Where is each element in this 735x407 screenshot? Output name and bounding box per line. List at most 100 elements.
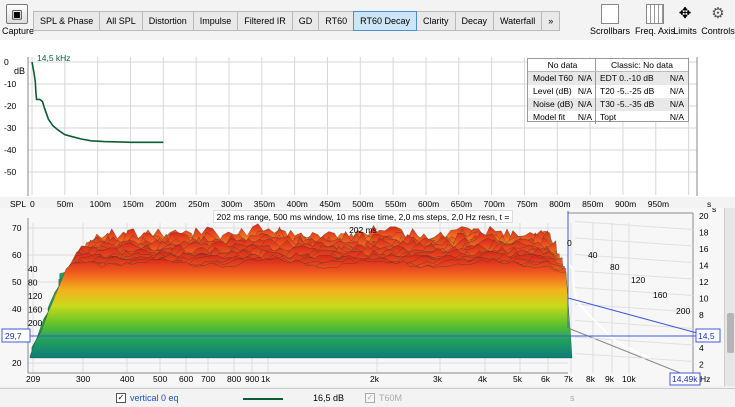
limits-label: Limits — [673, 26, 697, 36]
arrows-icon: ✥ — [678, 5, 692, 22]
left-depth-label: 120 — [28, 291, 42, 301]
depth-tick-label: 160 — [653, 290, 667, 300]
freq-tick-label: 300 — [76, 374, 90, 384]
tab-8[interactable]: Clarity — [415, 11, 456, 31]
legend-bar: ✓ vertical 0 eq 16,5 dB ✓ T60M s — [0, 388, 735, 407]
freq-tick-label: 209 — [26, 374, 40, 384]
tab-7[interactable]: RT60 Decay — [353, 11, 417, 31]
right-axis-unit: s — [712, 208, 716, 214]
cursor-left-readout: 29,7 — [5, 331, 22, 341]
freq-tick-label: 6k — [541, 374, 551, 384]
row-classic-label: EDT 0..-10 dB — [600, 73, 654, 83]
legend-item1-label: vertical 0 eq — [130, 393, 179, 403]
y-unit-label: dB — [14, 66, 25, 76]
tab-bar: SPL & Phase All SPL Distortion Impulse Filte… — [33, 11, 561, 31]
right-tick-label: 10 — [699, 294, 709, 304]
freq-tick-label: 3k — [433, 374, 443, 384]
freq-tick-label: 400 — [120, 374, 134, 384]
freq-tick-label: 7k — [564, 374, 574, 384]
freq-tick-label: 9k — [605, 374, 615, 384]
scrollbars-icon — [601, 4, 619, 24]
legend-item2-unit: s — [570, 393, 575, 403]
row-classic-label: T30 -5..-35 dB — [600, 99, 655, 109]
row-label: Model fit — [533, 112, 566, 122]
freq-tick-label: 10k — [622, 374, 636, 384]
tab-10[interactable]: Waterfall — [493, 11, 543, 31]
y-tick-label: -10 — [4, 79, 17, 89]
legend-item1-swatch — [243, 398, 283, 400]
legend-item2-label: T60M — [379, 393, 403, 403]
item2-checkbox[interactable]: ✓ — [365, 393, 375, 403]
left-depth-label: 160 — [28, 305, 42, 315]
cursor-right-readout: 14,5 — [698, 331, 715, 341]
tab-6[interactable]: RT60 — [318, 11, 355, 31]
tab-2[interactable]: Distortion — [141, 11, 194, 31]
row-value: N/A — [577, 99, 592, 109]
right-tick-label: 2 — [699, 360, 704, 370]
table-row: Level (dB) N/A T20 -5..-25 dB N/A — [528, 85, 688, 98]
y-tick-label: -30 — [4, 123, 17, 133]
tab-5[interactable]: GD — [291, 11, 320, 31]
limits-button[interactable]: ✥ Limits — [670, 4, 700, 36]
left-depth-label: 40 — [28, 264, 38, 274]
scrollbar-thumb[interactable] — [727, 313, 734, 353]
freq-tick-label: 900 — [245, 374, 259, 384]
table-row: Noise (dB) N/A T30 -5..-35 dB N/A — [528, 98, 688, 111]
item1-checkbox[interactable]: ✓ — [116, 393, 126, 403]
row-classic-value: N/A — [669, 112, 684, 122]
freq-tick-label: 800 — [227, 374, 241, 384]
level-tick-label: 70 — [12, 223, 22, 233]
left-depth-label: 200 — [28, 318, 42, 328]
left-depth-label: 80 — [28, 278, 38, 288]
row-classic-value: N/A — [669, 86, 684, 96]
stats-table: No data Classic: No data Model T60 N/A EDT… — [527, 58, 689, 124]
depth-tick-label: 80 — [610, 262, 620, 272]
depth-tick-label: 120 — [631, 275, 645, 285]
capture-button[interactable]: ▣ Capture — [2, 4, 35, 36]
tab-3[interactable]: Impulse — [192, 11, 239, 31]
right-tick-label: 4 — [699, 343, 704, 353]
tab-9[interactable]: Decay — [454, 11, 495, 31]
row-classic-value: N/A — [669, 73, 684, 83]
freq-tick-label: 500 — [153, 374, 167, 384]
row-label: Level (dB) — [533, 86, 572, 96]
freq-tick-label: 600 — [179, 374, 193, 384]
header-right: Classic: No data — [611, 60, 673, 70]
scrollbars-button[interactable]: Scrollbars — [588, 4, 632, 36]
freq-tick-label: 1k — [261, 374, 271, 384]
controls-button[interactable]: ⚙ Controls — [701, 4, 735, 36]
capture-label: Capture — [2, 26, 35, 36]
freq-tick-label: 5k — [513, 374, 523, 384]
row-classic-label: Topt — [600, 112, 617, 122]
right-tick-label: 14 — [699, 261, 709, 271]
legend-item1-value: 16,5 dB — [313, 393, 345, 403]
controls-label: Controls — [701, 26, 735, 36]
tab-0[interactable]: SPL & Phase — [33, 11, 101, 31]
y-tick-label: -20 — [4, 101, 17, 111]
y-tick-label: -50 — [4, 167, 17, 177]
right-tick-label: 12 — [699, 277, 709, 287]
row-value: N/A — [577, 112, 592, 122]
depth-tick-label: 40 — [588, 250, 598, 260]
freq-tick-label: 2k — [370, 374, 380, 384]
waterfall-caption: 202 ms range, 500 ms window, 10 ms rise … — [213, 210, 513, 235]
hz-unit-label: Hz — [700, 374, 710, 384]
row-label: Noise (dB) — [533, 99, 574, 109]
right-tick-label: 8 — [699, 310, 704, 320]
row-label: Model T60 — [533, 73, 574, 83]
row-classic-value: N/A — [669, 99, 684, 109]
tab-11[interactable]: » — [541, 11, 561, 31]
freq-tick-label: 700 — [201, 374, 215, 384]
tab-4[interactable]: Filtered IR — [237, 11, 293, 31]
level-tick-label: 20 — [12, 358, 22, 368]
y-tick-label: 0 — [4, 57, 9, 67]
tab-1[interactable]: All SPL — [99, 11, 143, 31]
level-tick-label: 50 — [12, 277, 22, 287]
right-tick-label: 20 — [699, 211, 709, 221]
vertical-scrollbar[interactable] — [724, 208, 735, 386]
row-classic-label: T20 -5..-25 dB — [600, 86, 655, 96]
table-header: No data Classic: No data — [528, 59, 688, 72]
freq-tick-label: 4k — [478, 374, 488, 384]
right-tick-label: 18 — [699, 228, 709, 238]
table-row: Model fit N/A Topt N/A — [528, 111, 688, 124]
